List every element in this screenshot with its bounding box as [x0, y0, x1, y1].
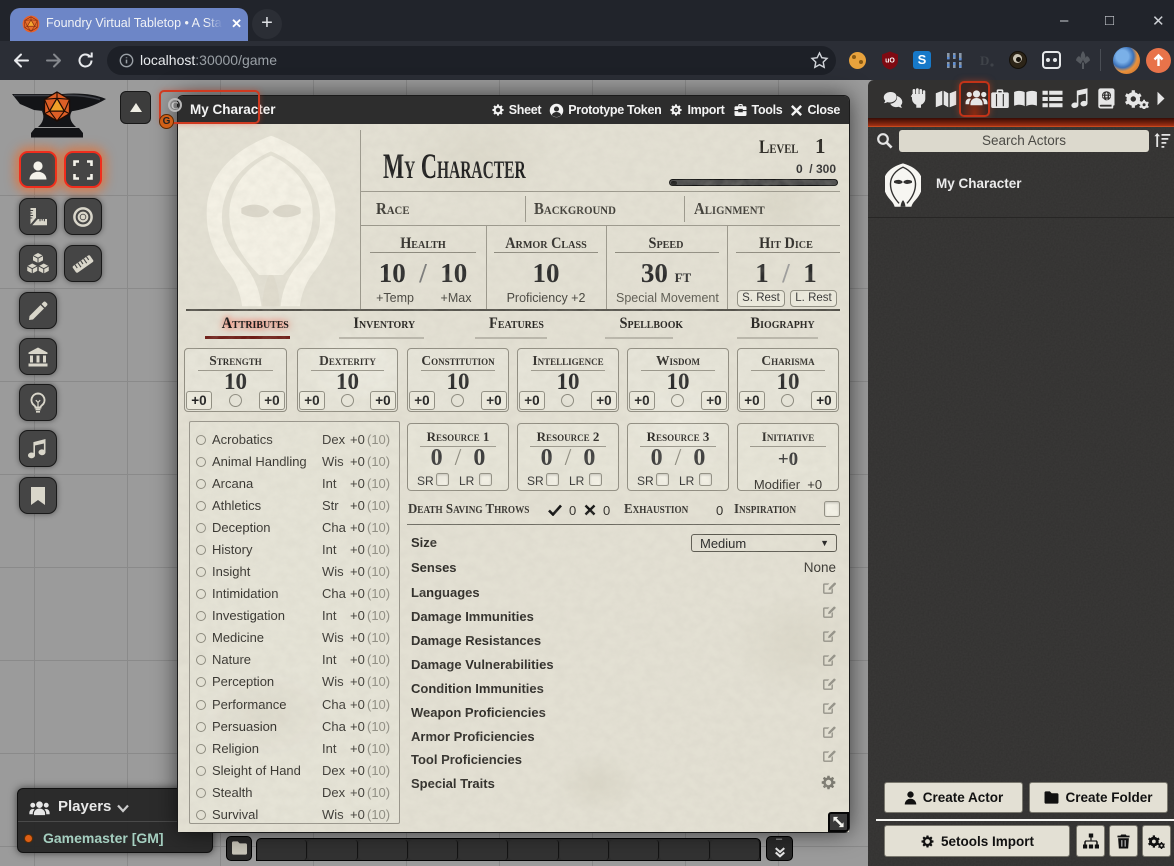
svg-text:D: D: [980, 53, 989, 68]
svg-text:uO: uO: [885, 58, 895, 65]
